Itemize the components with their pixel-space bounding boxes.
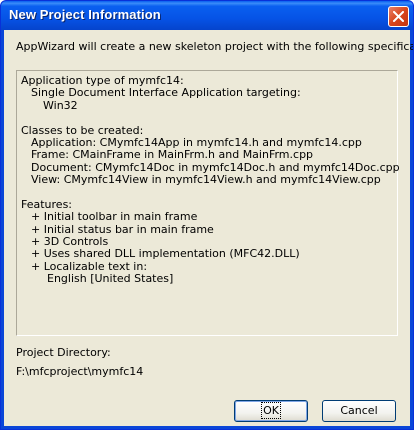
ok-button-label: OK [261, 402, 281, 419]
window-title: New Project Information [9, 7, 161, 22]
spec-line: View: CMymfc14View in mymfc14View.h and … [31, 173, 381, 187]
specifications-box: Application type of mymfc14: Single Docum… [16, 70, 400, 336]
project-directory-path: F:\mfcproject\mymfc14 [16, 365, 144, 378]
spec-blank-line [21, 187, 397, 199]
title-bar[interactable]: New Project Information [1, 1, 413, 30]
spec-line: Win32 [43, 98, 78, 112]
spec-line: Single Document Interface Application ta… [31, 86, 301, 100]
close-button[interactable] [388, 6, 409, 27]
spec-line: + Uses shared DLL implementation (MFC42.… [31, 247, 300, 261]
ok-button[interactable]: OK [234, 400, 308, 422]
cancel-button[interactable]: Cancel [322, 400, 396, 422]
spec-line: + Initial toolbar in main frame [31, 210, 198, 224]
spec-blank-line [21, 112, 397, 124]
spec-line: English [United States] [47, 272, 174, 286]
project-directory-label: Project Directory: [16, 346, 111, 359]
spec-line: Frame: CMainFrame in MainFrm.h and MainF… [31, 148, 314, 162]
dialog-body: AppWizard will create a new skeleton pro… [4, 30, 413, 426]
dialog-window: New Project Information AppWizard will c… [0, 0, 414, 430]
close-icon [393, 11, 404, 22]
intro-text: AppWizard will create a new skeleton pro… [16, 40, 414, 53]
